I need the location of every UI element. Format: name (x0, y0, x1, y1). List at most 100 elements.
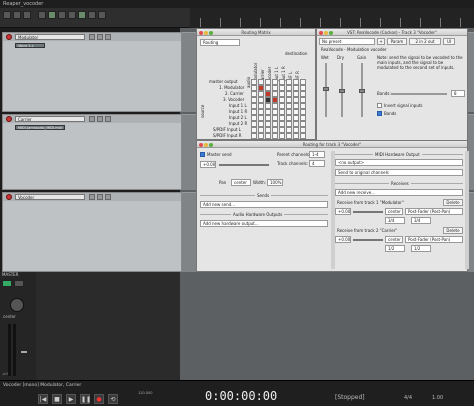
source-row-0: master output (209, 79, 238, 84)
width-field[interactable]: 100% (267, 179, 283, 186)
undo-icon[interactable] (38, 11, 46, 19)
volume-slider[interactable] (219, 164, 269, 166)
routing-mode-select[interactable]: Routing (200, 39, 240, 46)
play-rate[interactable]: 1.00 (432, 395, 443, 401)
add-send-select[interactable]: Add new send... (200, 201, 328, 208)
mute-icon[interactable] (89, 194, 95, 200)
play-icon[interactable]: ▶ (66, 394, 76, 404)
track-channels-select[interactable]: 4 (309, 160, 325, 167)
receive2-channels[interactable]: 1/2 (385, 245, 405, 252)
go-to-start-icon[interactable]: |◀ (38, 394, 48, 404)
routing-cell[interactable] (251, 133, 257, 139)
snap-icon[interactable] (58, 11, 66, 19)
ui-button[interactable]: UI (443, 38, 455, 45)
solo-icon[interactable] (97, 34, 103, 40)
master-fader-handle[interactable] (20, 350, 28, 354)
routing-cell[interactable] (265, 133, 271, 139)
invert-checkbox[interactable] (377, 103, 382, 108)
routing-cell[interactable] (272, 133, 278, 139)
routing-cell[interactable] (286, 133, 292, 139)
routing-matrix-titlebar[interactable]: Routing Matrix (197, 29, 315, 36)
receive1-volume-slider[interactable] (353, 211, 383, 213)
routing-cell[interactable] (258, 133, 264, 139)
record-arm-icon[interactable] (6, 194, 12, 200)
receive2-volume[interactable]: +0.00 (335, 236, 351, 243)
new-project-icon[interactable] (3, 11, 11, 19)
save-project-icon[interactable] (23, 11, 31, 19)
fx-icon[interactable] (105, 194, 111, 200)
col-wet-label: Wet (321, 55, 329, 60)
envelope-icon[interactable] (88, 11, 96, 19)
add-hw-output-select[interactable]: Add new hardware output... (200, 220, 328, 227)
bpm-readout[interactable]: 120.000 (138, 391, 152, 395)
vst-window: VST: ReaVocode (Cockos) - Track 3 "Vocod… (316, 28, 468, 146)
grid-icon[interactable] (48, 11, 56, 19)
metronome-icon[interactable] (98, 11, 106, 19)
pan-field[interactable]: center (231, 179, 251, 186)
solo-icon[interactable] (97, 116, 103, 122)
receive2-volume-slider[interactable] (353, 239, 383, 241)
receive1-volume[interactable]: +0.00 (335, 208, 351, 215)
right-scrollbar[interactable] (465, 151, 469, 269)
master-send-checkbox[interactable] (200, 152, 205, 157)
fx-icon[interactable] (105, 34, 111, 40)
receive2-delete-button[interactable]: Delete (443, 227, 463, 234)
bands-slider[interactable] (391, 93, 447, 95)
master-mute-icon[interactable] (14, 280, 24, 287)
routing-cell[interactable] (293, 133, 299, 139)
track-control-panel: Modulator Voice 1.L Carrier MIDI-Jamstud… (0, 28, 182, 272)
master-fx-icon[interactable] (2, 280, 12, 287)
receive2-mode-select[interactable]: Post-Fader (Post-Pan) (405, 236, 463, 243)
param-button[interactable]: Param (387, 38, 407, 45)
midi-send-select[interactable]: Send to original channels (335, 169, 463, 176)
preset-select[interactable]: No preset (319, 38, 375, 45)
stop-icon[interactable]: ■ (52, 394, 62, 404)
routing-cell[interactable] (300, 133, 306, 139)
time-signature[interactable]: 4/4 (404, 395, 412, 401)
bands-checkbox[interactable] (377, 111, 382, 116)
record-arm-icon[interactable] (6, 116, 12, 122)
volume-field[interactable]: +0.00 (200, 161, 216, 168)
track-name[interactable]: Modulator (15, 34, 85, 40)
add-receive-select[interactable]: Add new receive... (335, 189, 463, 196)
track-name[interactable]: Carrier (15, 116, 85, 122)
wet-slider-handle[interactable] (323, 87, 329, 91)
track-1[interactable]: Modulator Voice 1.L (2, 32, 182, 112)
receive1-dest-channels[interactable]: 3/4 (411, 217, 431, 224)
receive1-pan[interactable]: center (385, 208, 403, 215)
media-item[interactable]: Voice 1.L (15, 43, 45, 48)
media-item[interactable]: MIDI-Jamstudio_MIDI.mid (15, 125, 65, 130)
track-3[interactable]: Vocoder (2, 192, 182, 272)
track-name[interactable]: Vocoder (15, 194, 85, 200)
gain-slider-handle[interactable] (359, 89, 365, 93)
mute-icon[interactable] (89, 116, 95, 122)
timeline-ruler[interactable] (190, 8, 474, 28)
io-button[interactable]: 2 in 2 out (409, 38, 441, 45)
lock-icon[interactable] (78, 11, 86, 19)
master-pan-knob[interactable] (10, 298, 24, 312)
parent-channels-select[interactable]: 1-4 (309, 151, 325, 158)
fx-icon[interactable] (105, 116, 111, 122)
vst-titlebar[interactable]: VST: ReaVocode (Cockos) - Track 3 "Vocod… (317, 29, 467, 36)
parent-channels-label: Parent channels: (277, 152, 311, 157)
midi-output-select[interactable]: <no output> (335, 159, 463, 166)
record-icon[interactable]: ● (94, 394, 104, 404)
track-routing-titlebar[interactable]: Routing for track 3 "Vocoder" (197, 141, 467, 148)
preset-add-button[interactable]: + (377, 38, 385, 45)
record-arm-icon[interactable] (6, 34, 12, 40)
bands-value[interactable]: 8 (451, 90, 465, 97)
receive1-channels[interactable]: 3/4 (385, 217, 405, 224)
track-2[interactable]: Carrier MIDI-Jamstudio_MIDI.mid (2, 114, 182, 190)
receive1-mode-select[interactable]: Post-Fader (Post-Pan) (405, 208, 463, 215)
mute-icon[interactable] (89, 34, 95, 40)
routing-cell[interactable] (279, 133, 285, 139)
solo-icon[interactable] (97, 194, 103, 200)
open-project-icon[interactable] (13, 11, 21, 19)
dry-slider-handle[interactable] (339, 89, 345, 93)
receive1-delete-button[interactable]: Delete (443, 199, 463, 206)
pause-icon[interactable]: ❚❚ (80, 394, 91, 404)
ripple-icon[interactable] (68, 11, 76, 19)
receive2-dest-channels[interactable]: 1/2 (411, 245, 431, 252)
receive2-pan[interactable]: center (385, 236, 403, 243)
repeat-icon[interactable]: ⟲ (108, 394, 118, 404)
